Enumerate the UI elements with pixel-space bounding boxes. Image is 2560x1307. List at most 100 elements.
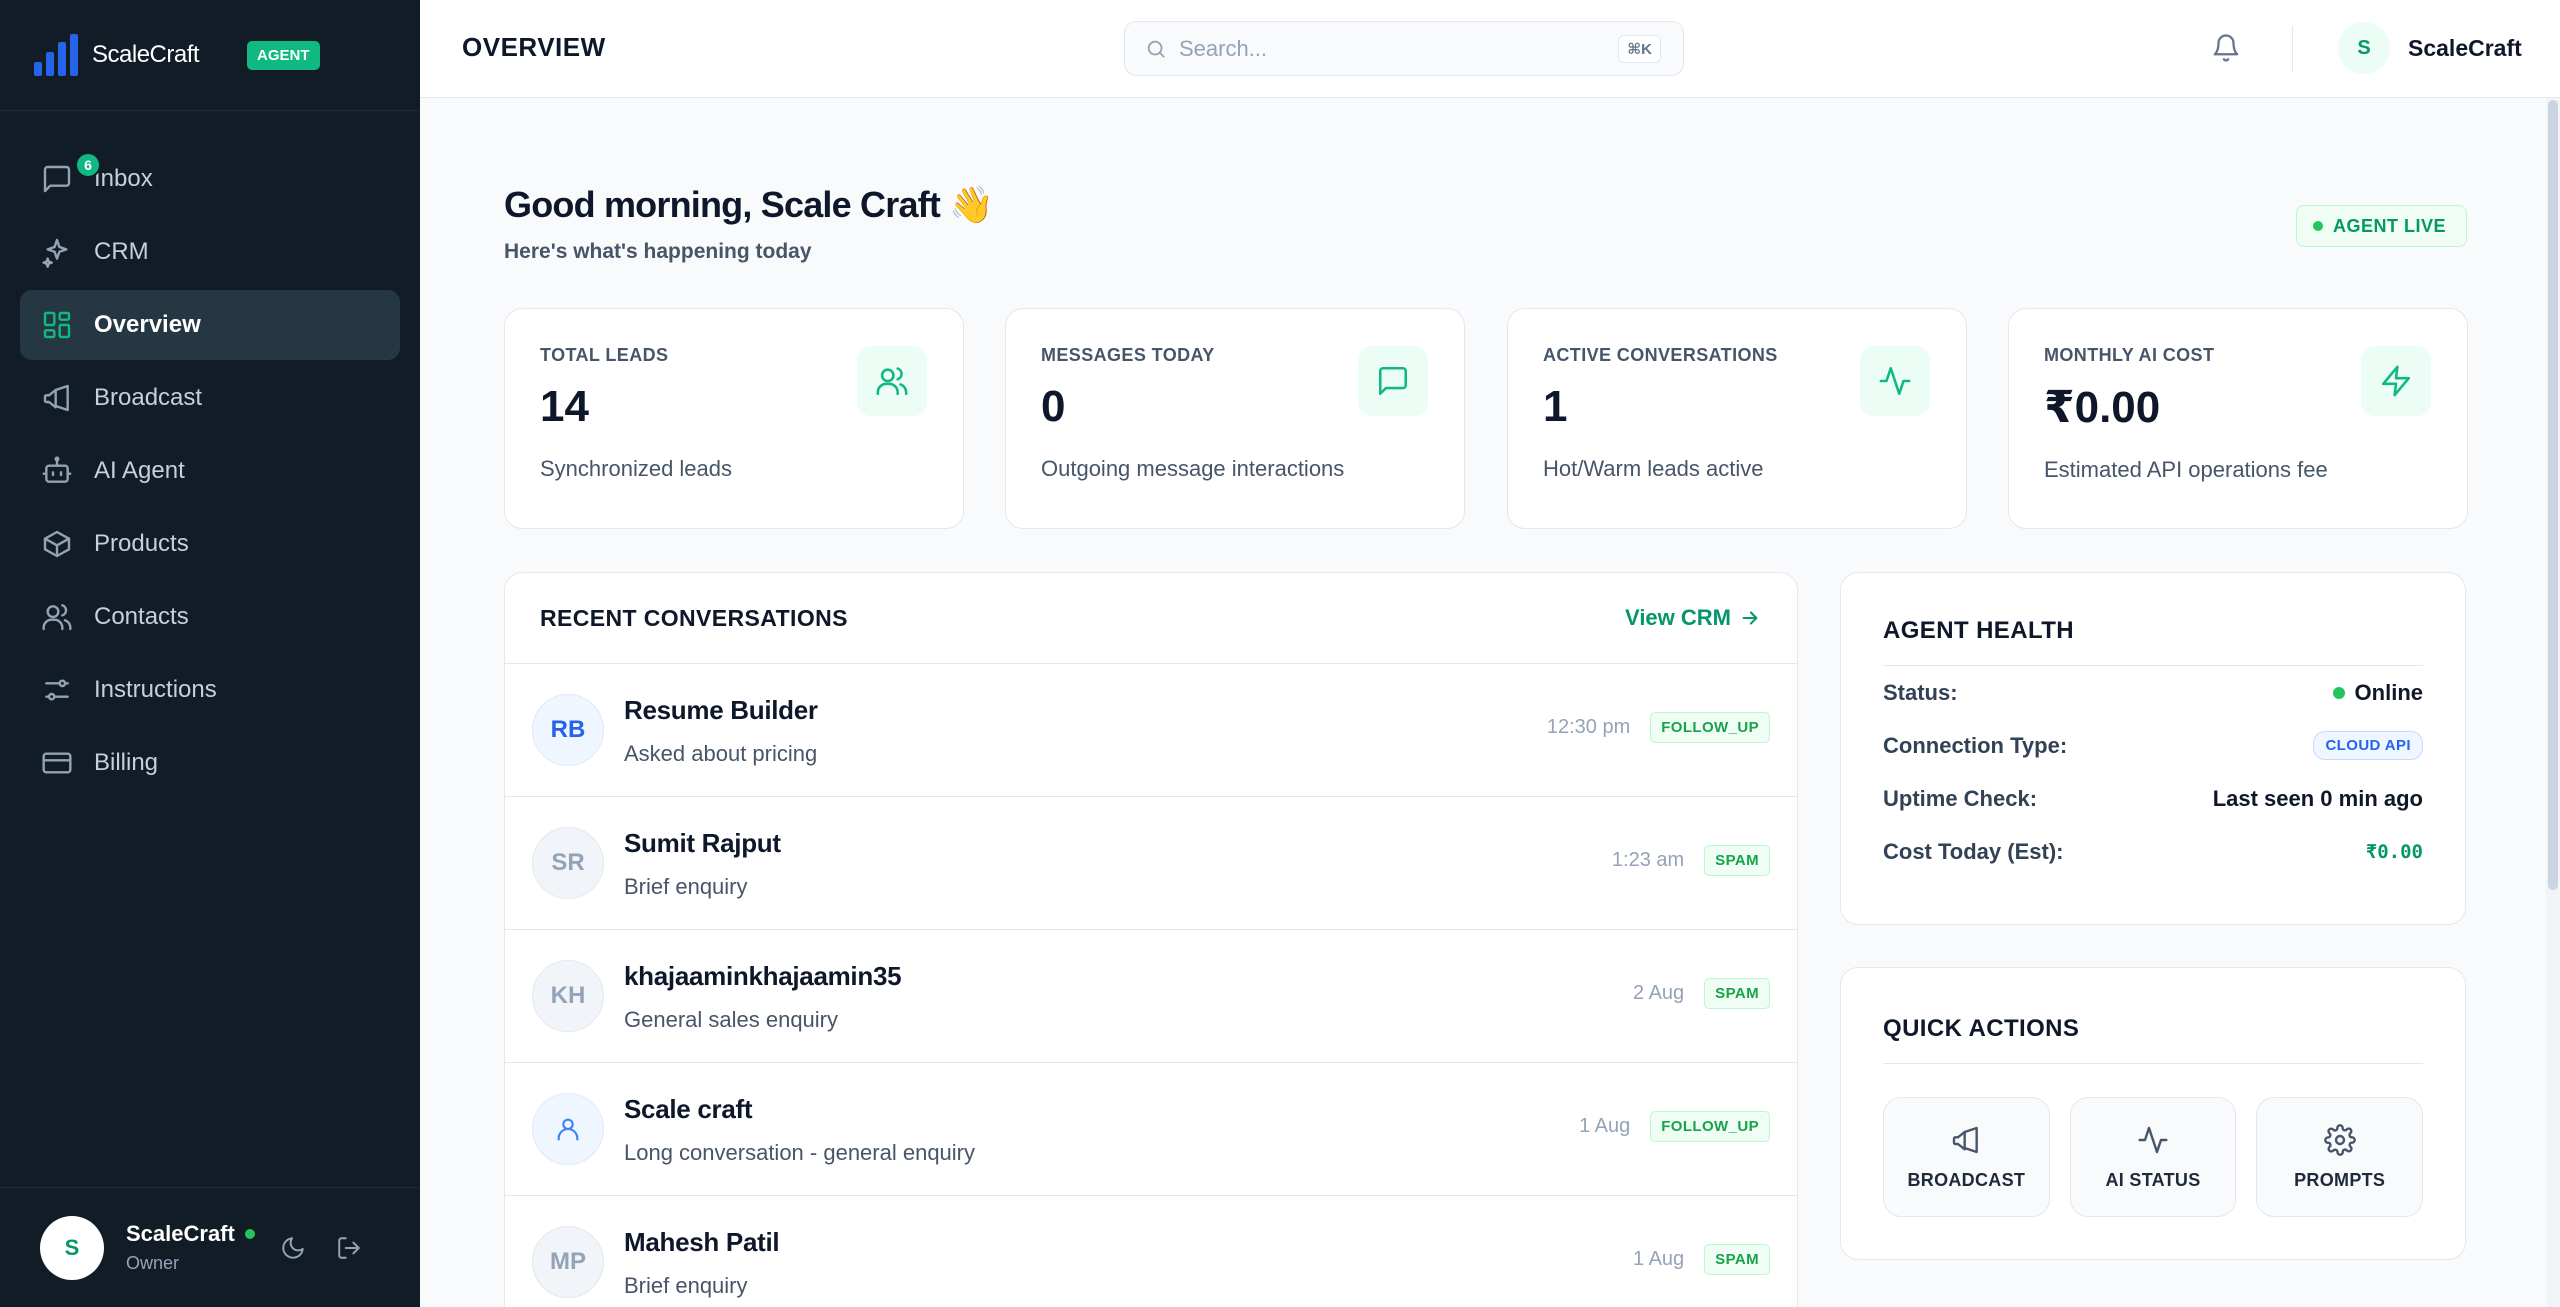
page-scrollbar[interactable] [2546, 98, 2560, 1307]
connection-type-badge: CLOUD API [2313, 731, 2423, 760]
sidebar-item-inbox[interactable]: 6 Inbox [20, 144, 400, 214]
sliders-icon [40, 673, 74, 707]
conversation-row[interactable]: MP Mahesh Patil Brief enquiry 1 Aug SPAM [505, 1196, 1797, 1307]
contact-name: Resume Builder [624, 695, 818, 725]
conversation-summary: Long conversation - general enquiry [624, 1140, 976, 1165]
sidebar-item-contacts[interactable]: Contacts [20, 582, 400, 652]
status-text: Online [2354, 679, 2423, 705]
agent-live-text: AGENT LIVE [2333, 215, 2447, 236]
top-bar: OVERVIEW ⌘K S ScaleCraft [420, 0, 2560, 98]
sidebar-item-overview[interactable]: Overview [20, 290, 400, 360]
moon-icon [282, 1236, 304, 1259]
logout-icon [338, 1236, 360, 1259]
message-icon [40, 162, 74, 196]
quick-action-label: PROMPTS [2294, 1169, 2386, 1190]
health-label: Uptime Check: [1883, 785, 2038, 811]
health-row-cost: Cost Today (Est): ₹0.00 [1883, 825, 2423, 878]
notifications-button[interactable] [2206, 28, 2246, 68]
quick-actions-card: QUICK ACTIONS BROADCAST AI STATUS PROMPT… [1840, 967, 2466, 1260]
bot-icon [40, 454, 74, 488]
arrow-right-icon [1742, 611, 1758, 625]
stat-description: Outgoing message interactions [1041, 456, 1345, 481]
page-title: OVERVIEW [462, 32, 606, 62]
sidebar-item-ai-agent[interactable]: AI Agent [20, 436, 400, 506]
view-crm-link[interactable]: View CRM [1625, 605, 1761, 631]
bell-icon [2213, 34, 2239, 62]
divider [2292, 26, 2293, 72]
conversation-row[interactable]: KH khajaaminkhajaamin35 General sales en… [505, 930, 1797, 1063]
conversation-summary: Brief enquiry [624, 1273, 748, 1298]
conversation-meta: 2 Aug SPAM [1633, 978, 1770, 1009]
avatar: RB [532, 694, 604, 766]
users-icon [857, 346, 927, 416]
megaphone-icon [40, 381, 74, 415]
sidebar-item-crm[interactable]: CRM [20, 217, 400, 287]
status-badge: SPAM [1704, 845, 1770, 876]
timestamp: 2 Aug [1633, 982, 1685, 1004]
inbox-unread-badge: 6 [75, 152, 101, 178]
avatar[interactable]: S [40, 1215, 104, 1280]
card-title: AGENT HEALTH [1883, 617, 2423, 666]
sidebar-user-panel: S ScaleCraft Owner [0, 1187, 420, 1307]
grid-icon [40, 308, 74, 342]
search-input[interactable] [1179, 35, 1599, 62]
avatar: KH [532, 960, 604, 1032]
agent-live-badge: AGENT LIVE [2296, 205, 2468, 247]
stat-card-total-leads: TOTAL LEADS 14 Synchronized leads [504, 308, 964, 529]
user-name-text: ScaleCraft [126, 1221, 235, 1246]
online-status-dot [2332, 686, 2345, 699]
conversation-meta: 1 Aug SPAM [1633, 1244, 1770, 1275]
timestamp: 12:30 pm [1546, 716, 1631, 738]
conversation-summary: Brief enquiry [624, 874, 748, 899]
stat-card-messages-today: MESSAGES TODAY 0 Outgoing message intera… [1005, 308, 1465, 529]
contact-name: Sumit Rajput [624, 828, 781, 858]
health-value: ₹0.00 [2365, 840, 2423, 863]
status-badge: FOLLOW_UP [1650, 712, 1770, 743]
timestamp: 1:23 am [1611, 849, 1685, 871]
user-menu[interactable]: S ScaleCraft [2338, 22, 2522, 74]
health-label: Cost Today (Est): [1883, 838, 2064, 864]
stat-card-monthly-ai-cost: MONTHLY AI COST ₹0.00 Estimated API oper… [2008, 308, 2468, 529]
sidebar-item-broadcast[interactable]: Broadcast [20, 363, 400, 433]
status-badge: SPAM [1704, 1244, 1770, 1275]
users-icon [40, 600, 74, 634]
greeting-title: Good morning, Scale Craft 👋 [504, 184, 994, 225]
search-shortcut: ⌘K [1618, 35, 1661, 63]
search-box[interactable]: ⌘K [1124, 21, 1684, 76]
scrollbar-thumb[interactable] [2548, 100, 2558, 890]
conversation-meta: 1:23 am SPAM [1612, 845, 1770, 876]
health-value: Online [2332, 679, 2423, 706]
quick-action-broadcast-button[interactable]: BROADCAST [1883, 1097, 2050, 1217]
user-name: ScaleCraft [2408, 34, 2522, 61]
brand-name: ScaleCraft [92, 41, 200, 68]
health-value: Last seen 0 min ago [2212, 785, 2423, 811]
card-icon [40, 746, 74, 780]
conversation-meta: 12:30 pm FOLLOW_UP [1547, 712, 1770, 743]
gear-icon [2323, 1123, 2356, 1156]
card-header: RECENT CONVERSATIONS View CRM [505, 573, 1797, 664]
conversation-row[interactable]: SR Sumit Rajput Brief enquiry 1:23 am SP… [505, 797, 1797, 930]
brand: ScaleCraft AGENT [0, 0, 420, 111]
sidebar-user-role: Owner [126, 1253, 180, 1273]
health-row-uptime: Uptime Check: Last seen 0 min ago [1883, 772, 2423, 825]
search-icon [1147, 40, 1165, 58]
contact-name: Scale craft [624, 1094, 753, 1124]
logout-button[interactable] [331, 1230, 367, 1266]
conversation-row[interactable]: Scale craft Long conversation - general … [505, 1063, 1797, 1196]
sparkles-icon [40, 235, 74, 269]
sidebar-item-label: Inbox [94, 165, 153, 192]
theme-toggle-button[interactable] [275, 1230, 311, 1266]
megaphone-icon [1953, 1126, 1979, 1153]
brand-badge: AGENT [247, 40, 320, 70]
conversation-row[interactable]: RB Resume Builder Asked about pricing 12… [505, 664, 1797, 797]
sidebar-item-billing[interactable]: Billing [20, 728, 400, 798]
sidebar-user-name: ScaleCraft [126, 1221, 255, 1247]
sidebar-item-instructions[interactable]: Instructions [20, 655, 400, 725]
avatar: SR [532, 827, 604, 899]
quick-action-ai-status-button[interactable]: AI STATUS [2069, 1097, 2237, 1217]
agent-health-card: AGENT HEALTH Status: Online Connection T… [1840, 572, 2466, 925]
quick-action-prompts-button[interactable]: PROMPTS [2256, 1097, 2424, 1217]
sidebar-item-products[interactable]: Products [20, 509, 400, 579]
card-title: RECENT CONVERSATIONS [540, 604, 848, 631]
sidebar-item-label: AI Agent [94, 457, 185, 484]
